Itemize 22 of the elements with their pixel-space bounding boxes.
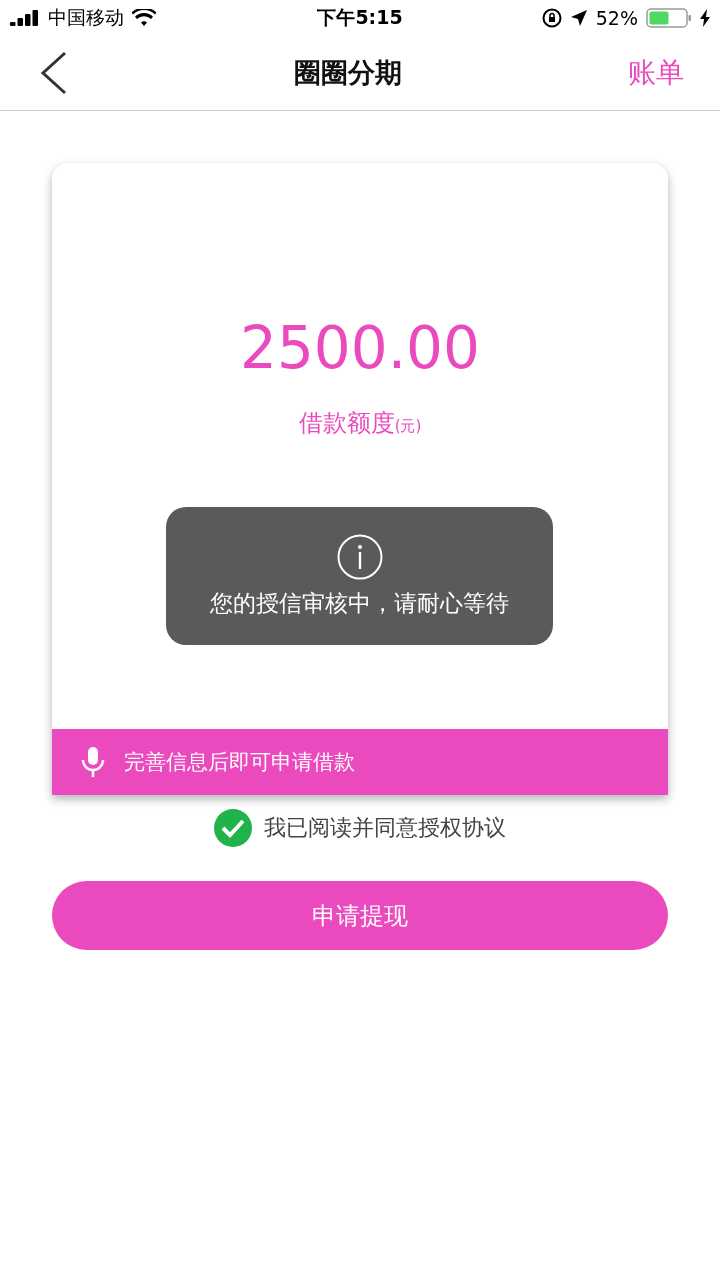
battery-icon [646,8,692,28]
agree-checkbox[interactable] [214,809,252,847]
signal-icon [10,10,40,26]
rotation-lock-icon [541,8,562,28]
carrier-text: 中国移动 [48,5,124,30]
toast-message: 您的授信审核中，请耐心等待 [210,588,509,618]
charging-icon [700,9,710,27]
withdraw-button[interactable]: 申请提现 [52,881,668,950]
amount-label: 借款额度(元) [298,408,422,439]
back-icon[interactable] [40,51,68,95]
wifi-icon [132,9,156,27]
agreement-text: 我已阅读并同意授权协议 [264,814,506,842]
battery-percent: 52% [595,7,638,29]
page-title: 圈圈分期 [294,56,402,90]
bill-link[interactable]: 账单 [628,54,684,92]
info-icon [336,533,383,580]
notice-text: 完善信息后即可申请借款 [124,749,355,776]
check-icon [221,818,245,838]
status-time: 下午5:15 [317,5,403,30]
microphone-icon [80,746,106,778]
loan-amount: 2500.00 [240,319,480,377]
location-icon [569,9,588,27]
